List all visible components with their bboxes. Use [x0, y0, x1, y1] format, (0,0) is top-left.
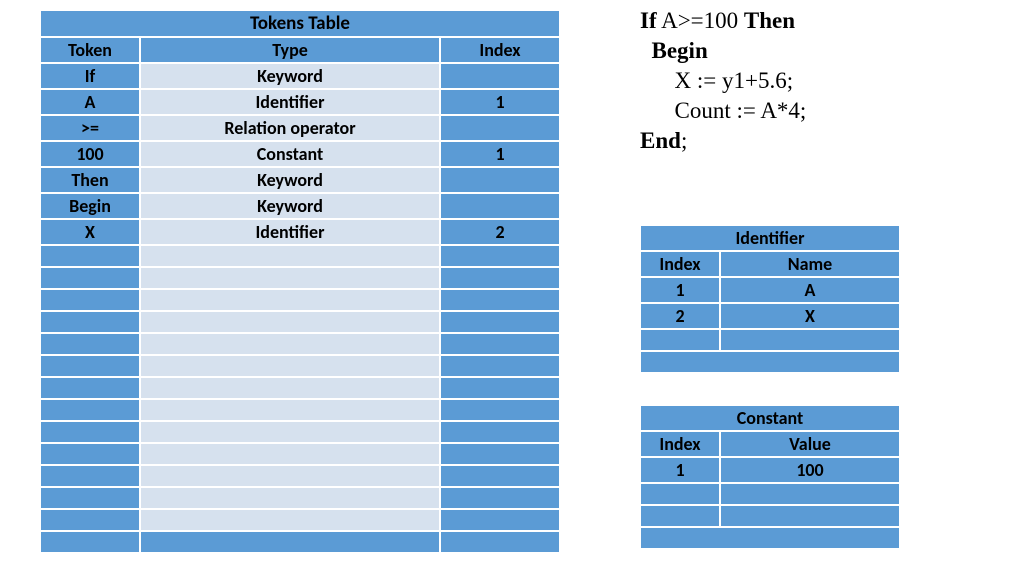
- type-cell: Keyword: [140, 63, 440, 89]
- table-row: [640, 505, 900, 527]
- index-cell: [440, 115, 560, 141]
- table-row: 1A: [640, 277, 900, 303]
- table-row: [40, 311, 560, 333]
- type-cell: Identifier: [140, 89, 440, 115]
- tokens-table-title: Tokens Table: [40, 10, 560, 37]
- tokens-col-token: Token: [40, 37, 140, 63]
- index-cell: 1: [640, 457, 720, 483]
- index-cell: [440, 193, 560, 219]
- index-cell: 1: [440, 89, 560, 115]
- table-row: [40, 245, 560, 267]
- type-cell: Keyword: [140, 167, 440, 193]
- table-row: [40, 487, 560, 509]
- constant-col-index: Index: [640, 431, 720, 457]
- type-cell: Constant: [140, 141, 440, 167]
- table-row: XIdentifier2: [40, 219, 560, 245]
- token-cell: If: [40, 63, 140, 89]
- table-row: [40, 289, 560, 311]
- table-row: ThenKeyword: [40, 167, 560, 193]
- identifier-table-title: Identifier: [640, 225, 900, 251]
- table-row: IfKeyword: [40, 63, 560, 89]
- index-cell: [440, 167, 560, 193]
- token-cell: 100: [40, 141, 140, 167]
- index-cell: 1: [640, 277, 720, 303]
- table-row: [40, 399, 560, 421]
- table-row: AIdentifier1: [40, 89, 560, 115]
- table-row: 2X: [640, 303, 900, 329]
- tokens-col-type: Type: [140, 37, 440, 63]
- token-cell: X: [40, 219, 140, 245]
- table-row: [40, 509, 560, 531]
- table-row: [40, 443, 560, 465]
- table-row: [40, 267, 560, 289]
- tokens-table: Tokens Table Token Type Index IfKeywordA…: [40, 10, 560, 553]
- source-code: If A>=100 Then Begin X := y1+5.6; Count …: [640, 6, 806, 156]
- table-row: 1100: [640, 457, 900, 483]
- table-row: [40, 465, 560, 487]
- constant-table-title: Constant: [640, 405, 900, 431]
- index-cell: 1: [440, 141, 560, 167]
- table-row: [640, 483, 900, 505]
- identifier-col-index: Index: [640, 251, 720, 277]
- identifier-table: Identifier Index Name 1A2X: [640, 225, 900, 373]
- name-cell: X: [720, 303, 900, 329]
- token-cell: >=: [40, 115, 140, 141]
- table-row: [40, 421, 560, 443]
- type-cell: Relation operator: [140, 115, 440, 141]
- name-cell: A: [720, 277, 900, 303]
- token-cell: A: [40, 89, 140, 115]
- table-row: [40, 355, 560, 377]
- constant-table: Constant Index Value 1100: [640, 405, 900, 549]
- table-row: [640, 329, 900, 351]
- tokens-col-index: Index: [440, 37, 560, 63]
- table-row: >=Relation operator: [40, 115, 560, 141]
- table-row: [40, 333, 560, 355]
- token-cell: Begin: [40, 193, 140, 219]
- type-cell: Identifier: [140, 219, 440, 245]
- token-cell: Then: [40, 167, 140, 193]
- table-row: BeginKeyword: [40, 193, 560, 219]
- table-row: 100Constant1: [40, 141, 560, 167]
- type-cell: Keyword: [140, 193, 440, 219]
- index-cell: 2: [640, 303, 720, 329]
- constant-col-value: Value: [720, 431, 900, 457]
- identifier-col-name: Name: [720, 251, 900, 277]
- table-row: [40, 377, 560, 399]
- index-cell: 2: [440, 219, 560, 245]
- index-cell: [440, 63, 560, 89]
- value-cell: 100: [720, 457, 900, 483]
